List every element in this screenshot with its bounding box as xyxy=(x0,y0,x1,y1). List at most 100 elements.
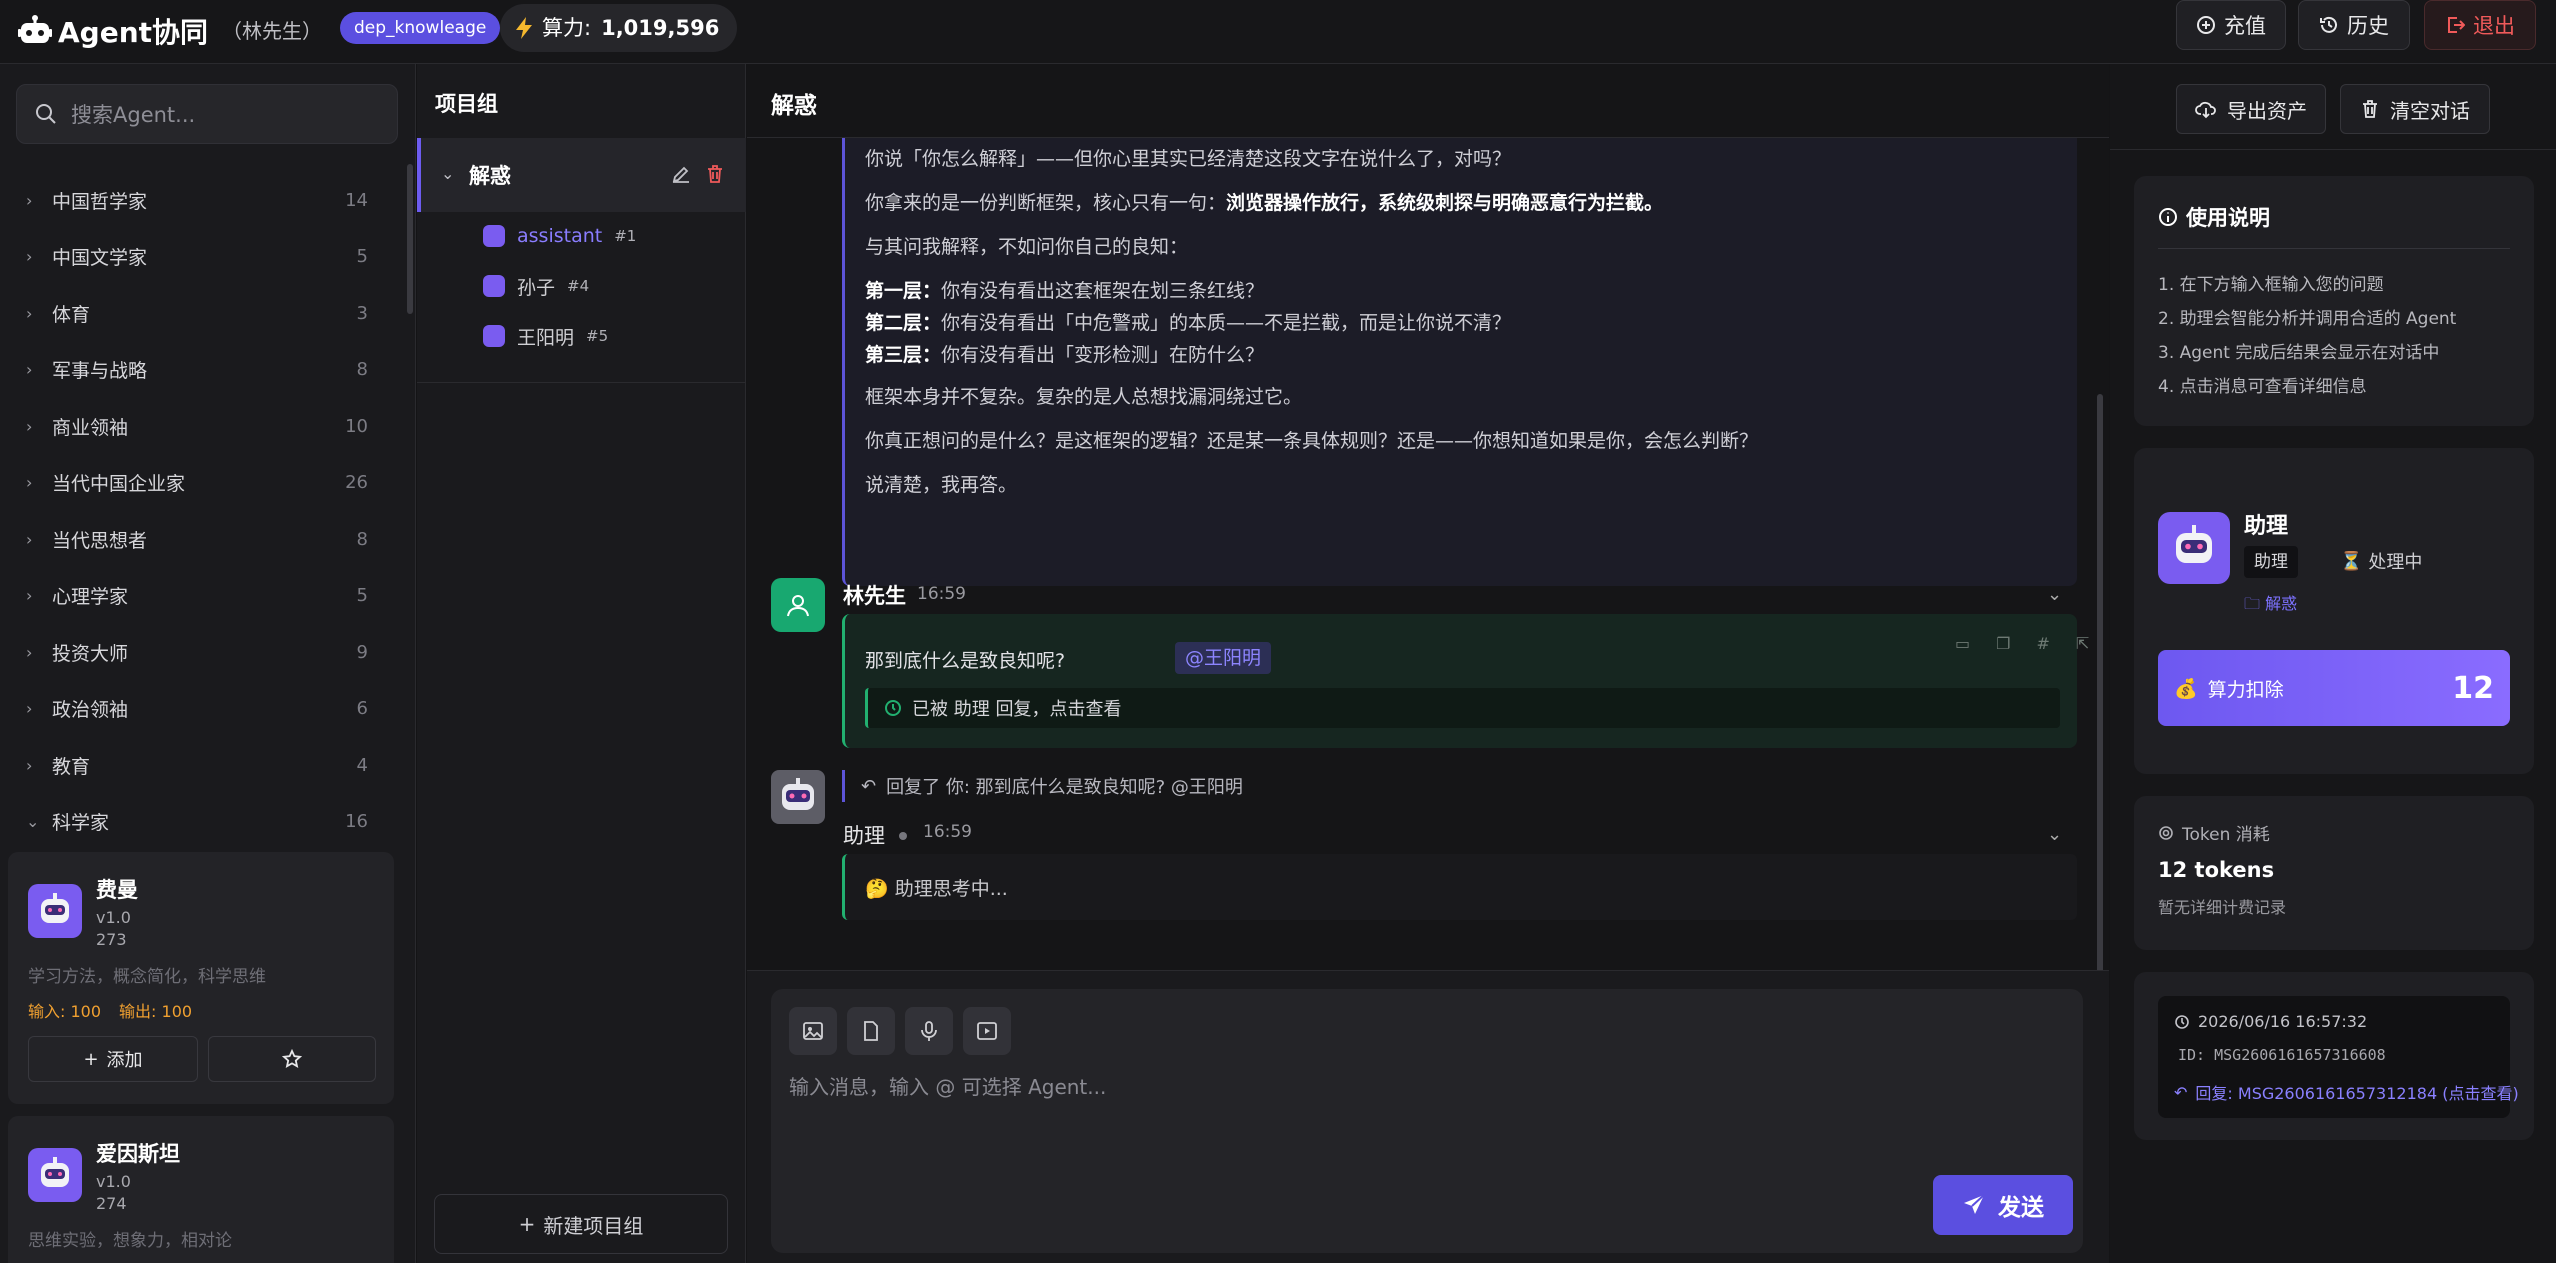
sidebar-scrollbar[interactable] xyxy=(407,164,413,314)
robot-logo-icon xyxy=(18,14,52,46)
send-button[interactable]: 发送 xyxy=(1933,1175,2073,1235)
project-group[interactable]: ⌄ 解惑 xyxy=(417,138,746,212)
ai-message-bubble[interactable]: 你说「你怎么解释」——但你心里其实已经清楚这段文字在说什么了，对吗？ 你拿来的是… xyxy=(842,138,2077,586)
file-upload-button[interactable] xyxy=(847,1007,895,1055)
info-panel: 导出资产 清空对话 使用说明 1. 在下方输入框输入您的问题 2. 助理会智能分… xyxy=(2110,64,2556,1263)
history-button[interactable]: 历史 xyxy=(2298,0,2410,50)
category-item[interactable]: › 中国哲学家 14 xyxy=(0,172,400,229)
category-item-expanded[interactable]: ⌄ 科学家 16 xyxy=(0,794,400,851)
category-count: 4 xyxy=(356,754,368,776)
voice-input-button[interactable] xyxy=(905,1007,953,1055)
logout-button[interactable]: 退出 xyxy=(2424,0,2536,50)
user-message-bubble[interactable]: 那到底什么是致良知呢? @王阳明 ▭ ❐ # ⇱ 已被 助理 回复，点击查看 xyxy=(842,614,2089,748)
favorite-button[interactable] xyxy=(208,1036,376,1082)
coins-icon xyxy=(2158,825,2174,841)
trash-icon xyxy=(2360,99,2380,119)
meta-time-text: 2026/06/16 16:57:32 xyxy=(2198,1012,2368,1031)
category-item[interactable]: › 政治领袖 6 xyxy=(0,681,400,738)
meta-reply-link[interactable]: ↶ 回复: MSG2606161657312184 (点击查看) xyxy=(2174,1080,2519,1104)
edit-icon[interactable] xyxy=(671,164,691,184)
member-name: 孙子 xyxy=(517,276,556,299)
chevron-down-icon[interactable]: ⌄ xyxy=(2047,824,2062,845)
agent-description: 思维实验，想象力，相对论 xyxy=(28,1231,232,1251)
category-name: 中国文学家 xyxy=(52,247,148,270)
message-actions: ▭ ❐ # ⇱ xyxy=(1955,634,2089,653)
chat-panel: 解惑 你说「你怎么解释」——但你心里其实已经清楚这段文字在说什么了，对吗？ 你拿… xyxy=(747,64,2109,1263)
message-line: 第二层：你有没有看出「中危警戒」的本质——不是拦截，而是让你说不清？ xyxy=(865,308,1511,335)
message-line: 你说「你怎么解释」——但你心里其实已经清楚这段文字在说什么了，对吗？ xyxy=(865,148,1512,170)
plus-icon: + xyxy=(518,1212,536,1236)
search-placeholder: 搜索Agent... xyxy=(71,103,196,127)
chevron-down-icon[interactable]: ⌄ xyxy=(441,164,454,183)
chevron-right-icon: › xyxy=(26,473,33,493)
power-label: 算力: xyxy=(542,16,592,40)
message-composer[interactable]: 输入消息，输入 @ 可选择 Agent... 发送 xyxy=(771,989,2083,1253)
assistant-project-link[interactable]: 🗀 解惑 xyxy=(2244,590,2297,620)
category-name: 中国哲学家 xyxy=(52,190,148,213)
agent-search-input[interactable]: 搜索Agent... xyxy=(16,84,398,144)
category-name: 心理学家 xyxy=(52,586,129,609)
image-icon xyxy=(802,1020,824,1042)
category-item[interactable]: › 心理学家 5 xyxy=(0,568,400,625)
agent-card[interactable]: 费曼 v1.0 273 学习方法，概念简化，科学思维 输入: 100 输出: 10… xyxy=(8,852,394,1104)
guide-step: 4. 点击消息可查看详细信息 xyxy=(2158,377,2367,397)
member-name: 王阳明 xyxy=(517,326,575,349)
category-item[interactable]: › 体育 3 xyxy=(0,285,400,342)
new-group-label: 新建项目组 xyxy=(543,1213,644,1238)
category-item[interactable]: › 军事与战略 8 xyxy=(0,342,400,399)
video-icon xyxy=(976,1020,998,1042)
category-item[interactable]: › 当代中国企业家 26 xyxy=(0,455,400,512)
category-item[interactable]: › 商业领袖 10 xyxy=(0,398,400,455)
hash-icon[interactable]: # xyxy=(2036,634,2049,653)
chat-title: 解惑 xyxy=(771,93,817,119)
category-count: 6 xyxy=(356,698,368,720)
comment-icon[interactable]: ▭ xyxy=(1955,634,1970,653)
robot-avatar-icon xyxy=(483,225,505,247)
chevron-right-icon: › xyxy=(26,529,33,549)
add-label: 添加 xyxy=(106,1050,143,1071)
agent-description: 学习方法，概念简化，科学思维 xyxy=(28,967,266,987)
export-assets-button[interactable]: 导出资产 xyxy=(2176,84,2326,134)
top-bar: Agent协同 （林先生） dep_knowleage 算力: 1,019,59… xyxy=(0,0,2556,64)
mention-tag[interactable]: @王阳明 xyxy=(1175,642,1272,674)
meta-id: ID: MSG2606161657316608 xyxy=(2178,1046,2386,1064)
replied-notice[interactable]: 已被 助理 回复，点击查看 xyxy=(865,688,2060,728)
power-balance: 算力: 1,019,596 xyxy=(500,4,738,52)
composer-area: 输入消息，输入 @ 可选择 Agent... 发送 xyxy=(747,970,2109,1263)
message-line: 你拿来的是一份判断框架，核心只有一句：浏览器操作放行，系统级刺探与明确恶意行为拦… xyxy=(865,188,1663,215)
folder-icon: 🗀 xyxy=(2244,594,2261,613)
message-meta-card: 2026/06/16 16:57:32 ID: MSG2606161657316… xyxy=(2134,972,2534,1140)
category-item[interactable]: › 投资大师 9 xyxy=(0,624,400,681)
logout-label: 退出 xyxy=(2473,14,2515,38)
copy-icon[interactable]: ❐ xyxy=(1996,634,2010,653)
image-upload-button[interactable] xyxy=(789,1007,837,1055)
open-external-icon[interactable]: ⇱ xyxy=(2076,634,2089,653)
chevron-right-icon: › xyxy=(26,699,33,719)
new-project-group-button[interactable]: + 新建项目组 xyxy=(434,1194,728,1254)
project-member[interactable]: assistant #1 xyxy=(483,216,636,256)
trash-icon[interactable] xyxy=(705,164,725,184)
message-input-placeholder: 输入消息，输入 @ 可选择 Agent... xyxy=(789,1075,1107,1099)
reply-reference[interactable]: ↶ 回复了 你: 那到底什么是致良知呢? @王阳明 xyxy=(842,770,1243,802)
agent-card[interactable]: 爱因斯坦 v1.0 274 思维实验，想象力，相对论 xyxy=(8,1116,394,1263)
project-member[interactable]: 孙子 #4 xyxy=(483,266,589,306)
clear-chat-button[interactable]: 清空对话 xyxy=(2340,84,2490,134)
category-count: 9 xyxy=(356,641,368,663)
category-item[interactable]: › 当代思想者 8 xyxy=(0,511,400,568)
lightning-icon xyxy=(516,17,532,39)
category-item[interactable]: › 教育 4 xyxy=(0,737,400,794)
recharge-button[interactable]: 充值 xyxy=(2176,0,2286,50)
message-bold: 第三层： xyxy=(865,344,942,366)
app-title: Agent协同 xyxy=(58,16,209,49)
chat-scrollbar[interactable] xyxy=(2097,394,2103,1024)
category-item[interactable]: › 中国文学家 5 xyxy=(0,229,400,286)
project-member[interactable]: 王阳明 #5 xyxy=(483,316,608,356)
chevron-down-icon[interactable]: ⌄ xyxy=(2047,584,2062,605)
add-agent-button[interactable]: + 添加 xyxy=(28,1036,198,1082)
member-tag: #4 xyxy=(567,277,590,295)
info-panel-toolbar: 导出资产 清空对话 xyxy=(2110,64,2556,150)
hourglass-icon: ⏳ xyxy=(2340,550,2363,572)
chevron-right-icon: › xyxy=(26,303,33,323)
video-upload-button[interactable] xyxy=(963,1007,1011,1055)
thinking-bubble: 🤔 助理思考中... xyxy=(842,854,2077,920)
